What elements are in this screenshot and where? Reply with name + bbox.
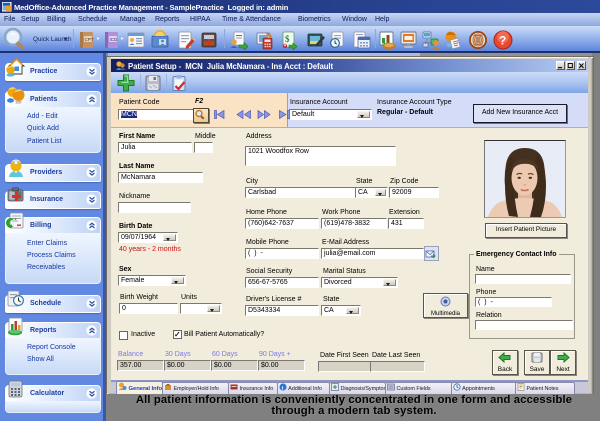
svg-text:ICD: ICD bbox=[110, 37, 119, 42]
svg-text:?: ? bbox=[499, 34, 506, 48]
svg-text:CPT: CPT bbox=[85, 37, 94, 42]
svg-text:$: $ bbox=[285, 34, 290, 44]
